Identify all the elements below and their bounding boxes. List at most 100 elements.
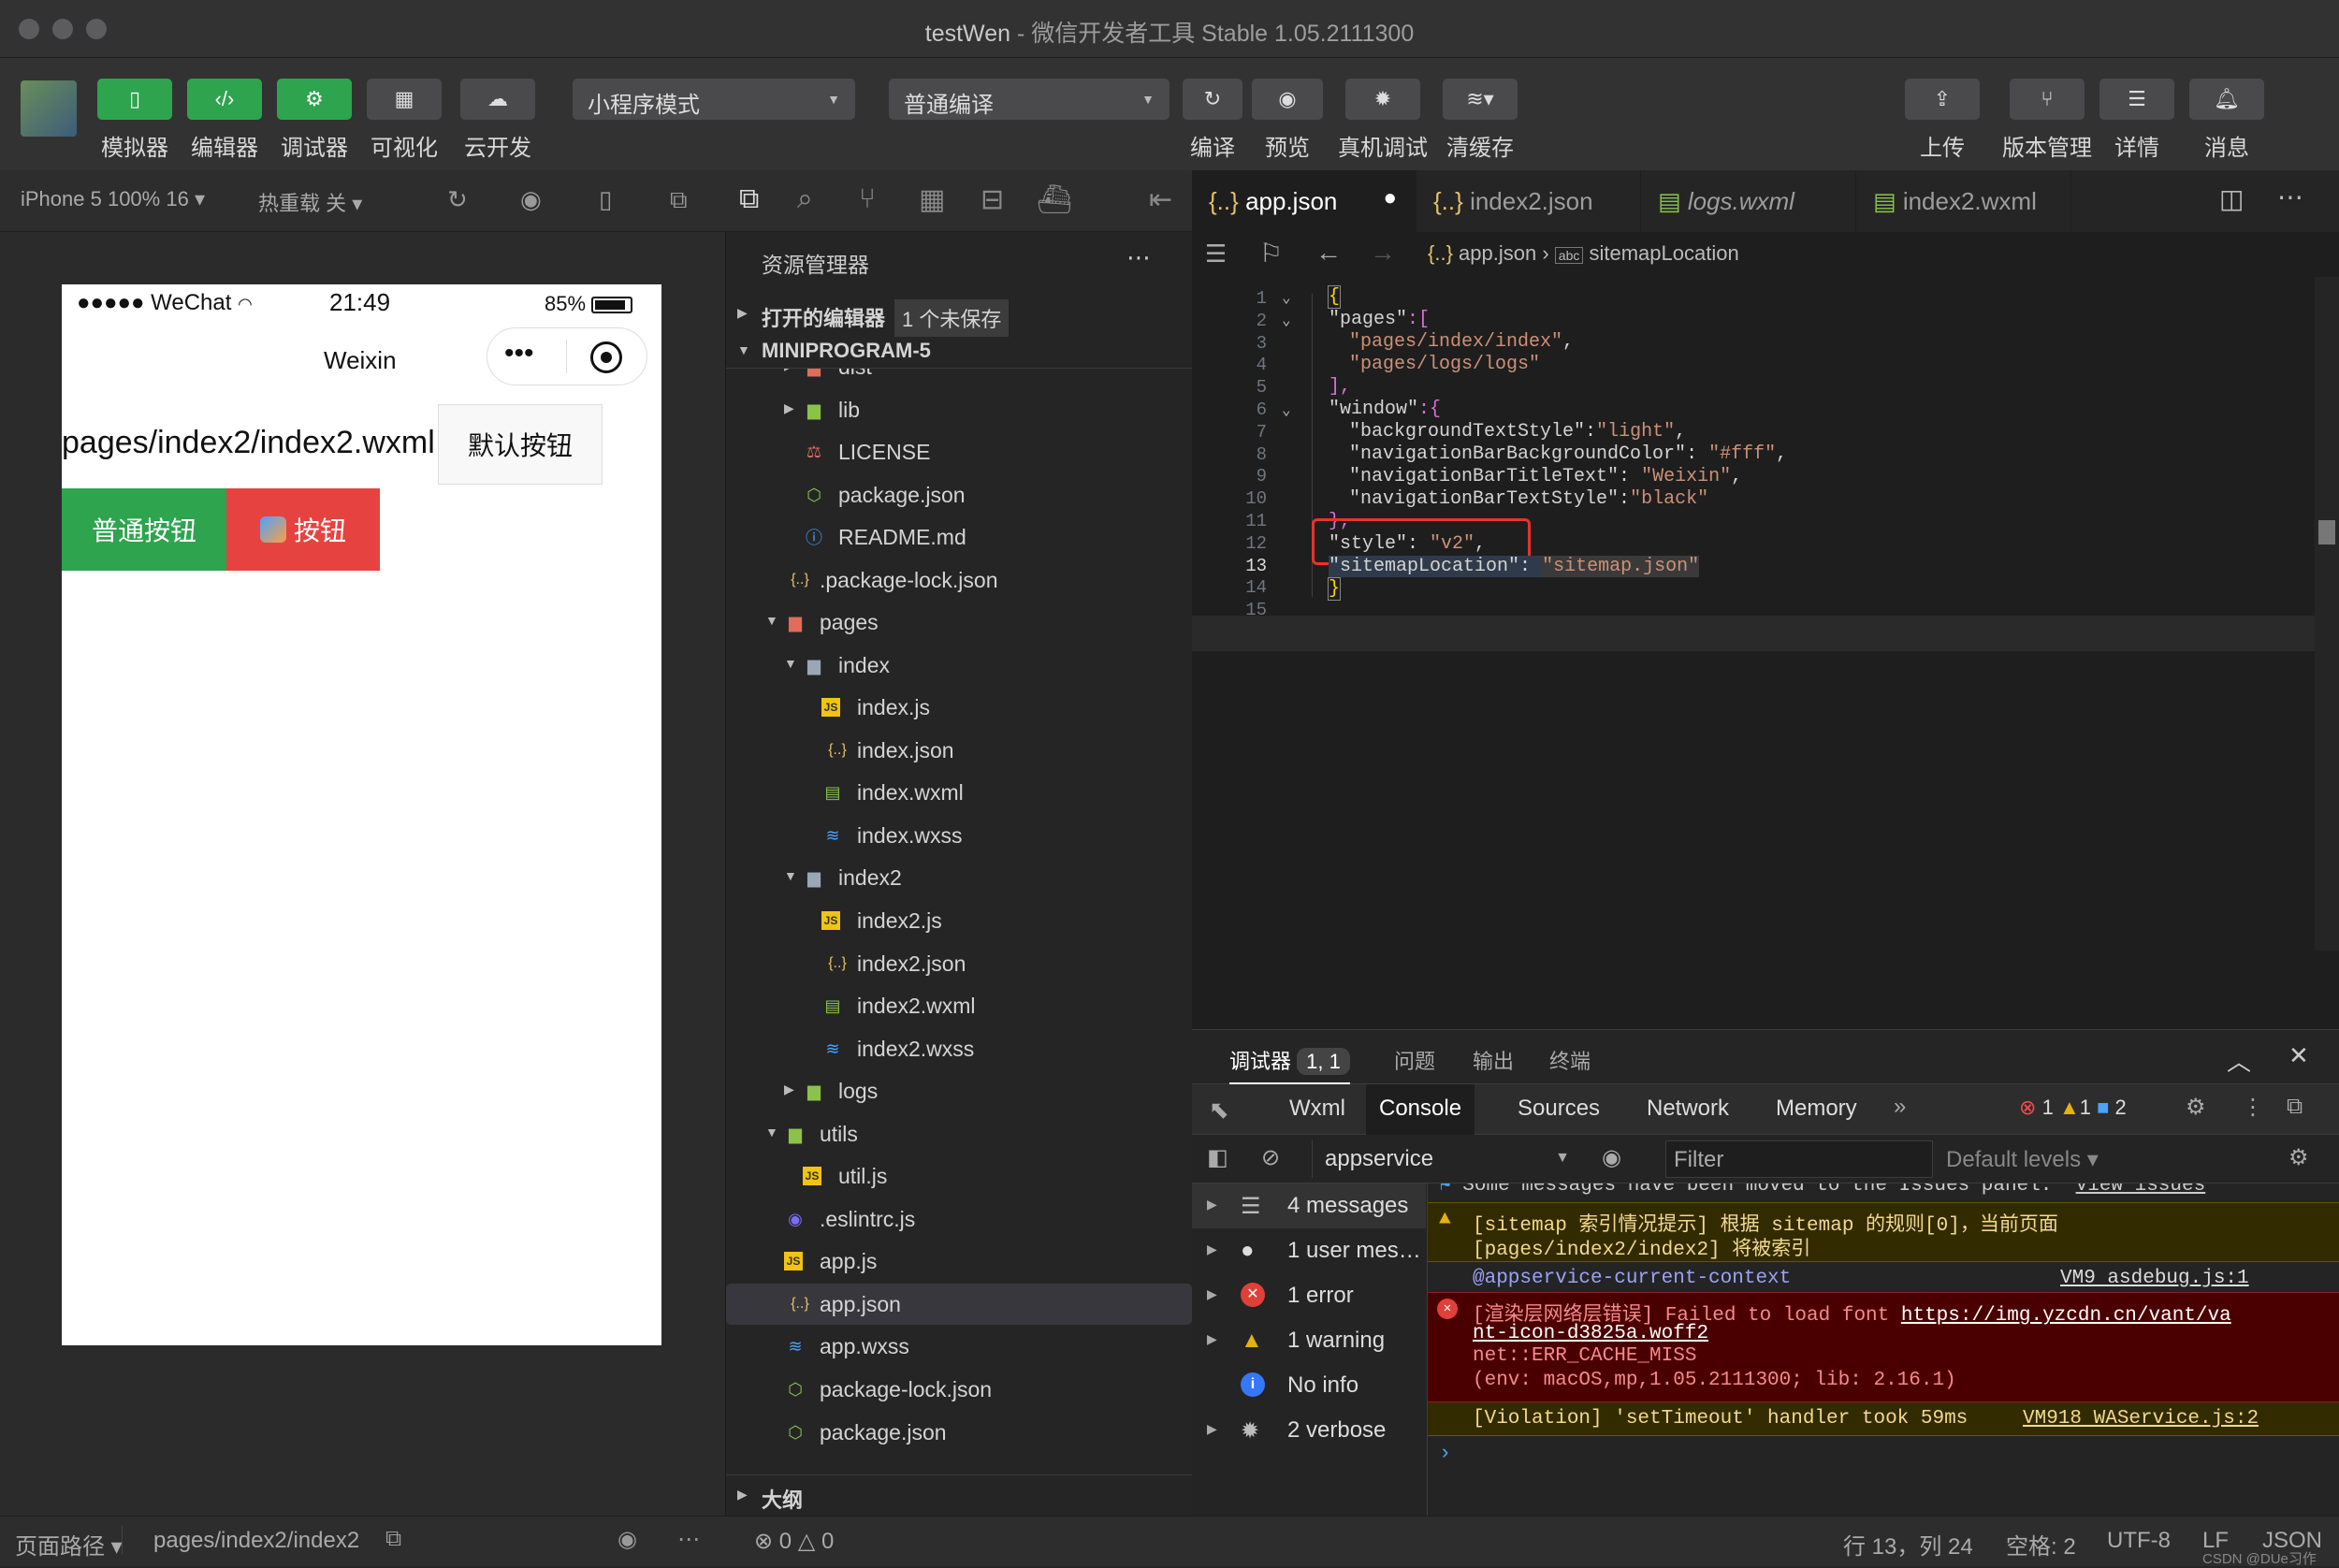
list-icon[interactable]: ☰ <box>1205 240 1227 269</box>
search-icon[interactable]: ⌕ <box>797 183 813 215</box>
folder-item[interactable]: ▼ ▆ index2 <box>726 857 1192 898</box>
file-item[interactable]: {..} index.json <box>726 730 1192 771</box>
tab-index2-json[interactable]: {..} index2.json <box>1416 170 1641 232</box>
console-filter-item[interactable]: ▶ ☰ 4 messages <box>1192 1183 1426 1228</box>
close-miniprogram-icon[interactable] <box>590 341 622 373</box>
source-link[interactable]: VM9 asdebug.js:1 <box>2060 1268 2249 1289</box>
file-item[interactable]: JS index.js <box>726 687 1192 728</box>
icon-button[interactable]: 按钮 <box>226 488 380 571</box>
panel-sources[interactable]: Sources <box>1518 1096 1600 1122</box>
file-item[interactable]: JS index2.js <box>726 900 1192 941</box>
more-tabs-icon[interactable]: » <box>1894 1094 1906 1120</box>
extensions-icon[interactable]: ▦ <box>919 183 945 216</box>
problems-counter[interactable]: ⊗ 0 △ 0 <box>754 1528 834 1555</box>
unsaved-dot-icon[interactable]: ● <box>1384 185 1398 211</box>
sidebar-toggle-icon[interactable]: ◧ <box>1207 1144 1228 1171</box>
view-issues-link[interactable]: View issues <box>2076 1183 2206 1197</box>
file-item[interactable]: ≋ app.wxss <box>726 1326 1192 1367</box>
source-link[interactable]: VM918 WAService.js:2 <box>2023 1408 2259 1430</box>
avatar[interactable] <box>21 80 77 137</box>
file-item[interactable]: ≋ index.wxss <box>726 815 1192 856</box>
file-item[interactable]: ▤ index.wxml <box>726 772 1192 813</box>
open-editors-section[interactable]: ▶ 打开的编辑器 1 个未保存 <box>726 294 1192 337</box>
inspect-icon[interactable]: ⬉ <box>1209 1096 1229 1125</box>
clear-console-icon[interactable]: ⊘ <box>1261 1144 1280 1171</box>
font-url-link[interactable]: nt-icon-d3825a.woff2 <box>1473 1323 1708 1344</box>
files-icon[interactable]: ⧉ <box>739 183 759 215</box>
file-item[interactable]: ▤ index2.wxml <box>726 985 1192 1026</box>
phone-outline-icon[interactable]: ▯ <box>599 185 612 214</box>
tab-terminal[interactable]: 终端 <box>1549 1045 1591 1075</box>
indentation[interactable]: 空格: 2 <box>2006 1528 2076 1561</box>
scrollbar[interactable] <box>2315 277 2339 951</box>
upload-button[interactable]: ⇪ 上传 <box>1905 79 1980 162</box>
visual-toggle[interactable]: ▦ 可视化 <box>367 79 442 162</box>
file-item[interactable]: ⓘ README.md <box>726 516 1192 558</box>
default-button[interactable]: 默认按钮 <box>438 404 603 485</box>
split-editor-icon[interactable]: ◫ <box>2219 183 2244 214</box>
levels-select[interactable]: Default levels ▾ <box>1946 1146 2099 1173</box>
more-icon[interactable]: ⋯ <box>1126 243 1151 272</box>
device-select[interactable]: iPhone 5 100% 16 ▾ <box>21 187 205 211</box>
file-item[interactable]: {..} .package-lock.json <box>726 559 1192 601</box>
error-counter[interactable]: ⊗ 1 ▲1 ■ 2 <box>2019 1096 2127 1120</box>
normal-button[interactable]: 普通按钮 <box>62 488 226 571</box>
file-item[interactable]: {..}project.config.json <box>726 1454 1192 1463</box>
panel-memory[interactable]: Memory <box>1776 1096 1857 1122</box>
context-select[interactable]: appservice ▼ <box>1325 1146 1570 1172</box>
breadcrumb-file[interactable]: {..} app.json › abc sitemapLocation <box>1428 241 1739 266</box>
outline-section[interactable]: ▶ 大纲 <box>726 1474 1192 1516</box>
fold-icon[interactable]: ⌄ <box>1282 400 1291 419</box>
version-control-button[interactable]: ⑂ 版本管理 <box>1991 79 2103 162</box>
dock-icon[interactable]: ⧉ <box>2287 1094 2303 1120</box>
debugger-toggle[interactable]: ⚙ 调试器 <box>277 79 352 162</box>
file-item[interactable]: {..} app.json <box>726 1284 1192 1325</box>
bookmark-icon[interactable]: ⚐ <box>1259 238 1283 269</box>
fold-icon[interactable]: ⌄ <box>1282 288 1291 307</box>
console-filter-item[interactable]: i No info <box>1192 1363 1426 1408</box>
forward-icon[interactable]: → <box>1370 238 1396 268</box>
real-device-debug-button[interactable]: ✹ 真机调试 <box>1336 79 1430 162</box>
folder-item[interactable]: ▶ ▆ lib <box>726 389 1192 430</box>
folder-item[interactable]: ▼ ▆ pages <box>726 602 1192 643</box>
panel-icon[interactable]: ⊟ <box>981 183 1004 216</box>
details-button[interactable]: ☰ 详情 <box>2099 79 2174 162</box>
console-filter-item[interactable]: ▶ ✹ 2 verbose <box>1192 1408 1426 1453</box>
file-item[interactable]: ◉ .eslintrc.js <box>726 1198 1192 1240</box>
compile-button[interactable]: ↻ 编译 <box>1175 79 1250 162</box>
capsule-menu[interactable]: ••• <box>487 327 647 385</box>
file-item[interactable]: ≋ index2.wxss <box>726 1028 1192 1069</box>
eye-icon[interactable]: ◉ <box>1602 1144 1621 1171</box>
filter-input[interactable]: Filter <box>1665 1140 1933 1178</box>
more-icon[interactable]: ⋯ <box>2277 181 2303 212</box>
file-item[interactable]: {..} index2.json <box>726 943 1192 984</box>
popout-icon[interactable]: ⧉ <box>670 185 688 215</box>
messages-button[interactable]: 🔔︎ 消息 <box>2189 79 2264 162</box>
file-item[interactable]: JS util.js <box>726 1155 1192 1197</box>
file-item[interactable]: ⬡ package.json <box>726 1412 1192 1453</box>
panel-console[interactable]: Console <box>1366 1084 1475 1135</box>
mode-select[interactable]: 小程序模式 ▼ <box>573 79 855 120</box>
editor-toggle[interactable]: ‹/› 编辑器 <box>187 79 262 162</box>
console-filter-item[interactable]: ▶ ▲ 1 warning <box>1192 1318 1426 1363</box>
rotate-icon[interactable]: ↻ <box>447 185 468 214</box>
gear-icon[interactable]: ⚙ <box>2186 1094 2206 1121</box>
file-item[interactable]: ⬡ package.json <box>726 474 1192 515</box>
font-url-link[interactable]: https://img.yzcdn.cn/vant/va <box>1901 1305 2231 1327</box>
folder-item[interactable]: ▶ ▆ dist <box>726 369 1192 387</box>
console-prompt[interactable]: › <box>1439 1442 1451 1465</box>
eye-icon[interactable]: ◉ <box>617 1526 637 1553</box>
encoding[interactable]: UTF-8 <box>2107 1528 2171 1554</box>
chevron-up-icon[interactable]: ︿ <box>2227 1043 2251 1078</box>
close-icon[interactable]: ✕ <box>2288 1041 2309 1070</box>
tab-output[interactable]: 输出 <box>1473 1045 1514 1075</box>
tab-issues[interactable]: 问题 <box>1394 1045 1435 1075</box>
copy-icon[interactable]: ⧉ <box>385 1526 401 1552</box>
clear-cache-button[interactable]: ≋▾ 清缓存 <box>1443 79 1518 162</box>
code-area[interactable]: 1 2 3 4 5 6 7 8 9 10 11 12 13 14 15 ⌄ ⌄ ⌄ { "pages":[ … <box>1192 277 2339 951</box>
console-filter-item[interactable]: ▶ ● 1 user mes… <box>1192 1228 1426 1273</box>
tab-debugger[interactable]: 调试器 1, 1 <box>1229 1045 1350 1084</box>
collapse-sidebar-icon[interactable]: ⇤ <box>1149 183 1172 216</box>
branch-icon[interactable]: ⑂ <box>859 183 876 215</box>
cloud-toggle[interactable]: ☁ 云开发 <box>460 79 535 162</box>
